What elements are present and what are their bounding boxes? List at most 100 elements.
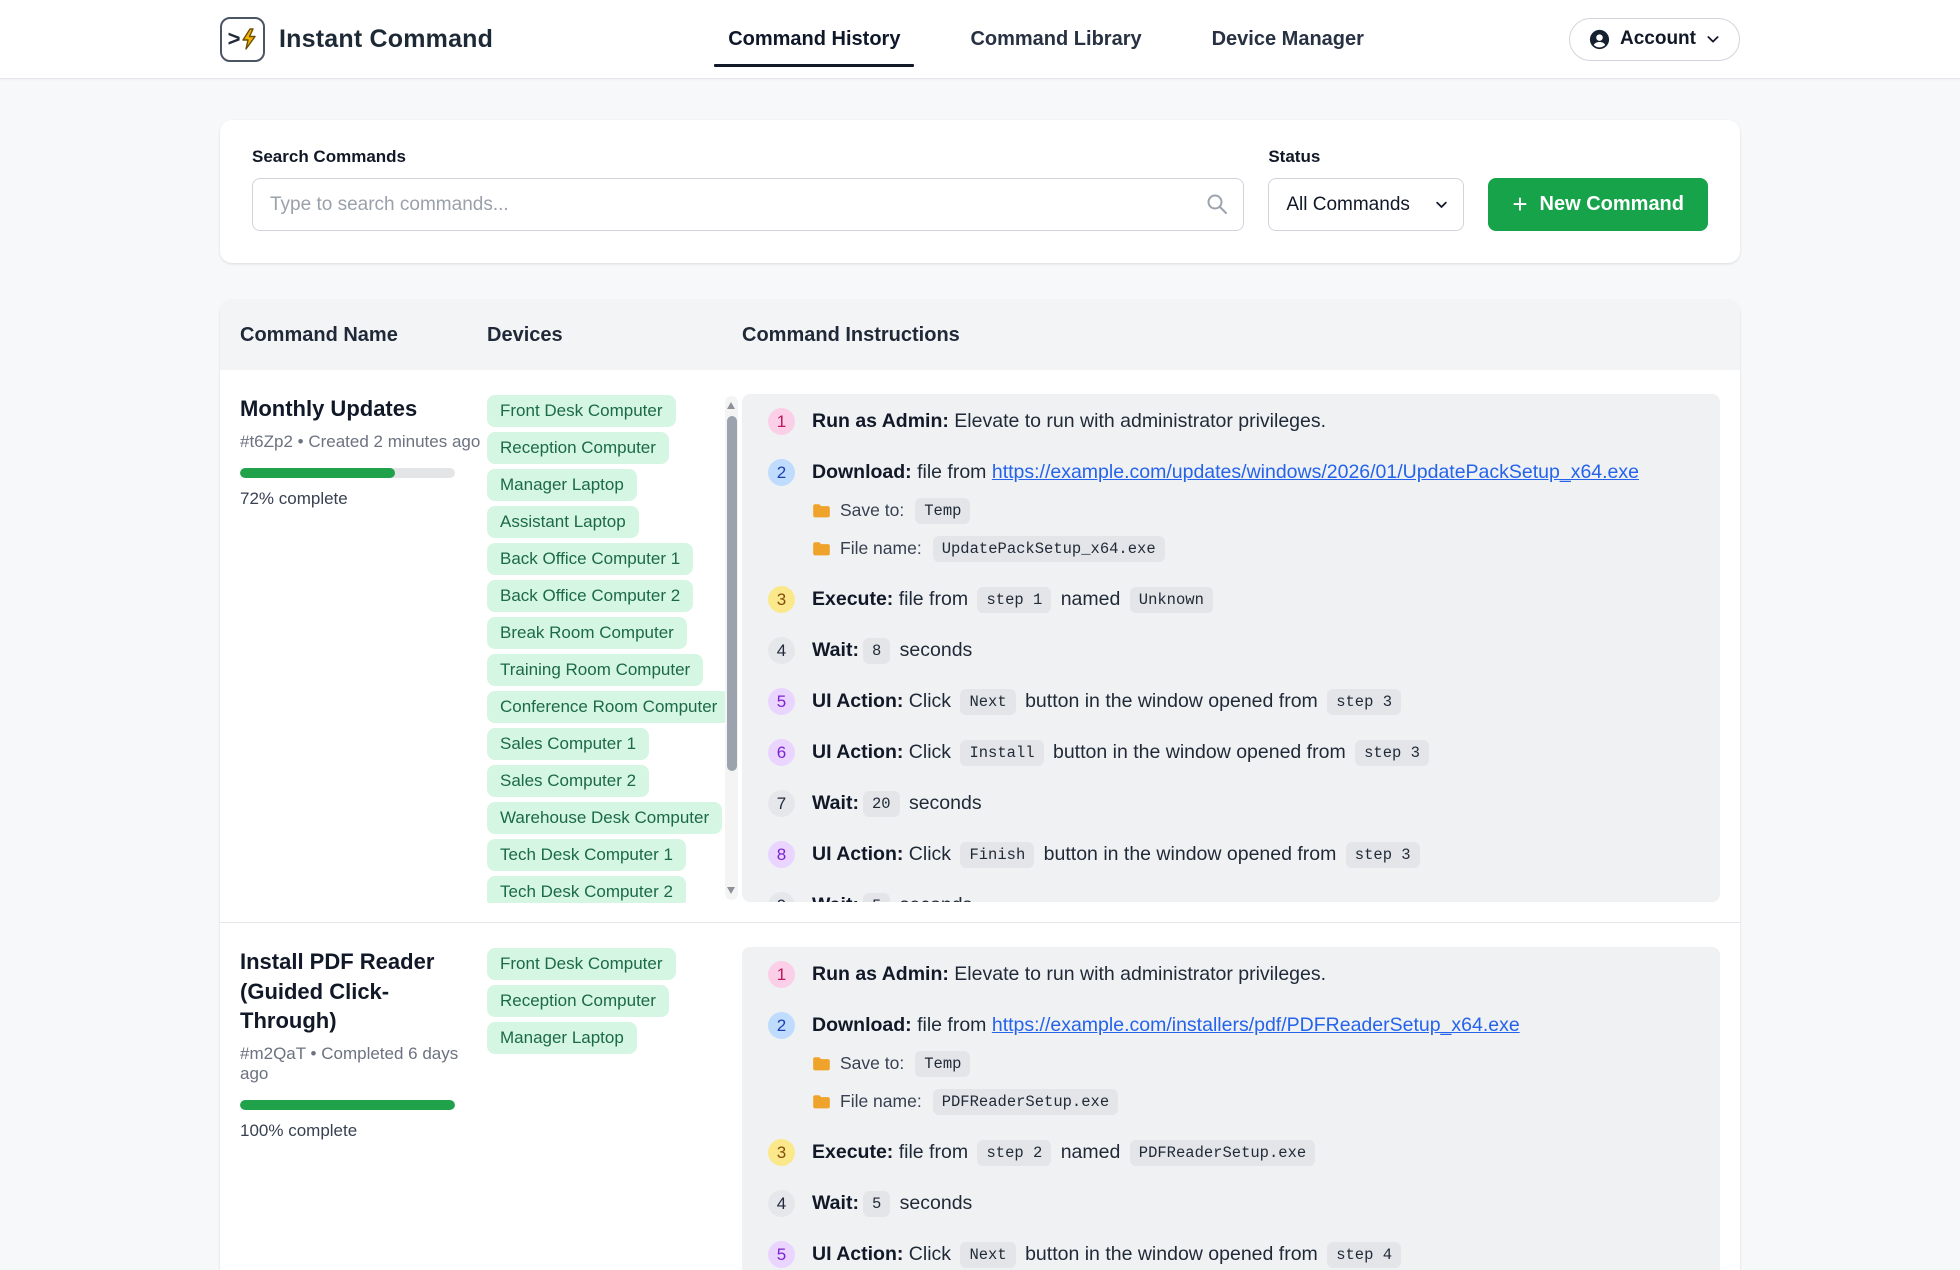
device-tag: Break Room Computer <box>487 617 687 649</box>
command-meta: #m2QaT • Completed 6 days ago <box>240 1044 487 1084</box>
code-chip: step 3 <box>1355 740 1429 766</box>
progress-label: 72% complete <box>240 489 487 509</box>
code-chip: step 2 <box>977 1140 1051 1166</box>
step-line: Wait:5 seconds <box>812 1189 972 1218</box>
download-url-link[interactable]: https://example.com/updates/windows/2026… <box>992 461 1639 483</box>
step-number-badge: 5 <box>768 1241 795 1268</box>
step-line: Download: file from https://example.com/… <box>812 458 1639 487</box>
step-text: Download: file from https://example.com/… <box>812 1011 1520 1116</box>
new-command-label: New Command <box>1540 193 1684 216</box>
app-logo: > <box>220 17 265 62</box>
nav-tab-command-history[interactable]: Command History <box>726 22 902 57</box>
code-chip: Finish <box>960 842 1034 868</box>
instruction-step: 7Wait:20 seconds <box>768 789 1694 818</box>
sub-detail-label: File name: <box>840 1087 922 1116</box>
step-number-badge: 1 <box>768 408 795 435</box>
step-line: Wait:20 seconds <box>812 789 982 818</box>
step-sub-detail: Save to: Temp <box>812 1049 1520 1078</box>
step-text: Wait:5 seconds <box>812 1189 972 1218</box>
instruction-step: 5 UI Action: Click Next button in the win… <box>768 687 1694 716</box>
new-command-button[interactable]: + New Command <box>1488 178 1708 231</box>
devices-cell: Front Desk ComputerReception ComputerMan… <box>487 394 742 903</box>
step-action-label: Wait: <box>812 894 859 902</box>
nav-tab-command-library[interactable]: Command Library <box>968 22 1143 57</box>
step-sub-detail: File name:PDFReaderSetup.exe <box>812 1087 1520 1116</box>
code-chip: Temp <box>915 498 970 524</box>
plus-icon: + <box>1512 191 1527 217</box>
instruction-step: 9Wait:5 seconds <box>768 891 1694 902</box>
lightning-bolt-icon <box>241 28 257 50</box>
progress-label: 100% complete <box>240 1121 487 1141</box>
device-tag: Training Room Computer <box>487 654 703 686</box>
step-action-label: UI Action: <box>812 690 903 712</box>
status-select-value: All Commands <box>1286 194 1410 216</box>
code-chip: 5 <box>863 1191 890 1217</box>
device-tag: Sales Computer 1 <box>487 728 649 760</box>
column-header-devices: Devices <box>487 324 742 347</box>
step-text: Wait:20 seconds <box>812 789 982 818</box>
step-line: Wait:8 seconds <box>812 636 972 665</box>
code-chip: PDFReaderSetup.exe <box>1130 1140 1315 1166</box>
step-action-label: UI Action: <box>812 1243 903 1265</box>
step-line: UI Action: Click Install button in the w… <box>812 738 1433 767</box>
instruction-step: 3 Execute: file from step 2 named PDFRead… <box>768 1138 1694 1167</box>
step-action-label: UI Action: <box>812 843 903 865</box>
scrollbar-up-arrow[interactable] <box>727 402 735 409</box>
table-row: Monthly Updates #t6Zp2 • Created 2 minute… <box>220 370 1740 922</box>
code-chip: Unknown <box>1130 587 1213 613</box>
scrollbar-down-arrow[interactable] <box>727 887 735 894</box>
folder-icon <box>812 503 831 519</box>
progress-bar <box>240 1100 455 1110</box>
step-action-label: Download: <box>812 461 912 483</box>
code-chip: step 3 <box>1327 689 1401 715</box>
step-action-label: Wait: <box>812 1192 859 1214</box>
step-line: UI Action: Click Finish button in the wi… <box>812 840 1424 869</box>
main-nav: Command History Command Library Device M… <box>696 22 1366 57</box>
column-header-command-name: Command Name <box>240 324 487 347</box>
download-url-link[interactable]: https://example.com/installers/pdf/PDFRe… <box>992 1014 1520 1036</box>
scrollbar-thumb[interactable] <box>727 416 737 771</box>
search-input[interactable] <box>252 178 1244 231</box>
app-title: Instant Command <box>279 25 493 54</box>
page-content: Search Commands Status All Commands + Ne… <box>220 79 1740 1270</box>
folder-icon <box>812 1094 831 1110</box>
step-text: UI Action: Click Next button in the wind… <box>812 687 1405 716</box>
nav-tab-device-manager[interactable]: Device Manager <box>1210 22 1366 57</box>
progress-fill <box>240 1100 455 1110</box>
code-chip: Temp <box>915 1051 970 1077</box>
progress-bar <box>240 468 455 478</box>
top-navigation-bar: > Instant Command Command History Comman… <box>0 0 1960 79</box>
code-chip: Next <box>960 1242 1015 1268</box>
logo-prompt-glyph: > <box>228 28 241 50</box>
command-name-cell: Install PDF Reader (Guided Click-Through… <box>240 947 487 1141</box>
step-line: Execute: file from step 1 named Unknown <box>812 585 1217 614</box>
status-select[interactable]: All Commands <box>1268 178 1464 231</box>
device-tag: Manager Laptop <box>487 469 637 501</box>
sub-detail-label: Save to: <box>840 1049 904 1078</box>
step-text: Run as Admin: Elevate to run with admini… <box>812 407 1326 436</box>
step-text: UI Action: Click Next button in the wind… <box>812 1240 1405 1269</box>
device-tag: Front Desk Computer <box>487 948 676 980</box>
folder-icon <box>812 1056 831 1072</box>
code-chip: UpdatePackSetup_x64.exe <box>933 536 1165 562</box>
step-text: Run as Admin: Elevate to run with admini… <box>812 960 1326 989</box>
search-label: Search Commands <box>252 147 1244 167</box>
table-body: Monthly Updates #t6Zp2 • Created 2 minute… <box>220 370 1740 1270</box>
account-menu-button[interactable]: Account <box>1569 18 1740 61</box>
sub-detail-label: Save to: <box>840 496 904 525</box>
step-number-badge: 4 <box>768 637 795 664</box>
devices-scrollbar[interactable] <box>725 396 738 900</box>
command-name: Monthly Updates <box>240 394 487 424</box>
step-action-label: Wait: <box>812 792 859 814</box>
step-number-badge: 5 <box>768 688 795 715</box>
step-number-badge: 3 <box>768 1139 795 1166</box>
step-action-label: Run as Admin: <box>812 410 949 432</box>
step-action-label: UI Action: <box>812 741 903 763</box>
step-action-label: Run as Admin: <box>812 963 949 985</box>
device-tag: Front Desk Computer <box>487 395 676 427</box>
device-tag: Back Office Computer 1 <box>487 543 693 575</box>
command-meta: #t6Zp2 • Created 2 minutes ago <box>240 432 487 452</box>
instruction-step: 4 Wait:8 seconds <box>768 636 1694 665</box>
instruction-step: 2Download: file from https://example.com… <box>768 458 1694 563</box>
step-line: Execute: file from step 2 named PDFReade… <box>812 1138 1319 1167</box>
